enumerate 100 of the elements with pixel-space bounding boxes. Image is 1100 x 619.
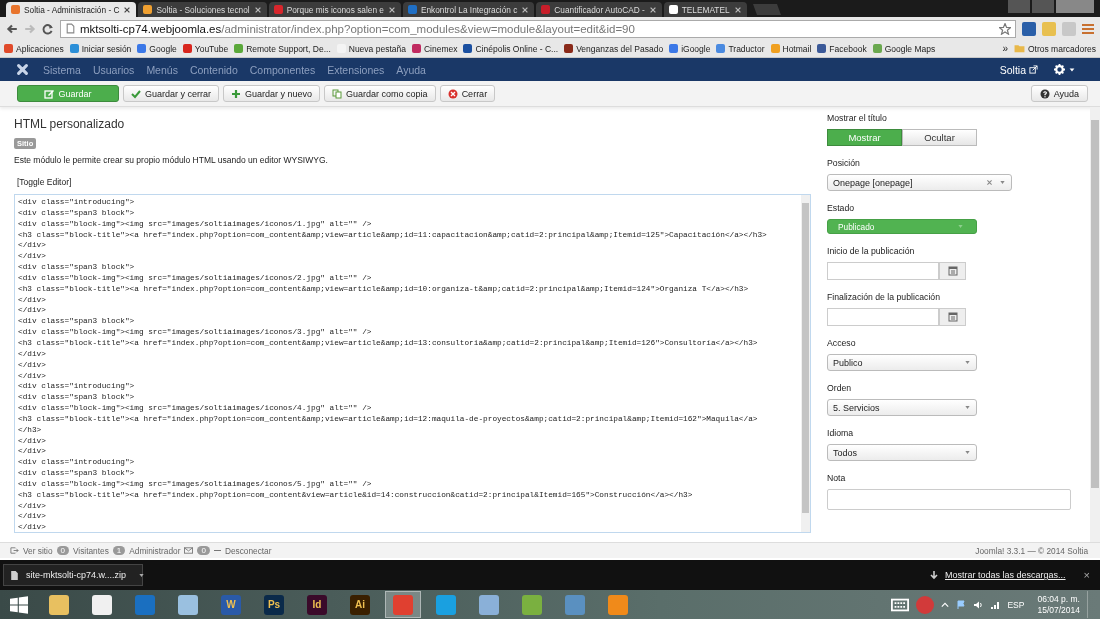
forward-button[interactable]	[24, 22, 36, 35]
toolbar-button[interactable]: Guardar y cerrar	[123, 85, 220, 102]
taskbar-button[interactable]: Id	[299, 591, 335, 618]
bookmark-link[interactable]: Venganzas del Pasado	[564, 43, 664, 54]
edit-icon	[44, 88, 55, 99]
back-button[interactable]	[6, 22, 18, 35]
help-button[interactable]: Ayuda	[1030, 85, 1088, 102]
windows-logo-icon	[10, 595, 28, 614]
xcircle-icon	[447, 88, 458, 99]
more-bookmarks-button[interactable]: »	[1002, 43, 1008, 54]
app-icon: W	[221, 594, 241, 615]
calendar-button[interactable]	[939, 308, 966, 326]
admin-menu-item[interactable]: Sistema	[43, 63, 81, 76]
download-icon	[929, 570, 939, 580]
bookmark-star-icon	[999, 22, 1011, 35]
select-field[interactable]: 5. Servicios	[827, 399, 977, 416]
new-tab-button[interactable]	[752, 4, 781, 15]
admin-menu-item[interactable]: Usuarios	[92, 63, 135, 76]
bookmark-link[interactable]: YouTube	[182, 43, 229, 54]
select-field[interactable]: Onepage [onepage]	[827, 174, 1012, 191]
browser-tab[interactable]: Soltia - Soluciones tecnol	[138, 2, 267, 17]
bookmark-link[interactable]: Cinépolis Online - C...	[463, 43, 559, 54]
clock-date[interactable]: 15/07/2014	[1037, 604, 1080, 616]
field-label: Idioma	[827, 428, 855, 440]
select-field[interactable]: Publico	[827, 354, 977, 371]
folder-icon	[1013, 43, 1025, 54]
bookmark-link[interactable]: Google Maps	[872, 43, 936, 54]
settings-menu-button[interactable]	[1054, 64, 1076, 75]
taskbar-button[interactable]: Ai	[342, 591, 378, 618]
close-icon	[648, 5, 657, 14]
browser-tab[interactable]: Porque mis iconos salen e	[268, 2, 401, 17]
site-link[interactable]: Soltia	[999, 63, 1038, 76]
help-icon	[1039, 88, 1050, 99]
external-link-icon	[1029, 65, 1038, 74]
admin-menu-item[interactable]: Componentes	[249, 63, 316, 76]
page-icon	[65, 23, 76, 34]
browser-tab[interactable]: Soltia - Administración - C	[6, 2, 137, 17]
toolbar-button[interactable]: Guardar y nuevo	[223, 85, 321, 102]
download-item[interactable]: site-mktsolti-cp74.w....zip	[3, 564, 143, 586]
bookmark-link[interactable]: Aplicaciones	[4, 43, 64, 54]
logout-link[interactable]: Desconectar	[213, 545, 272, 556]
bookmark-link[interactable]: Hotmail	[770, 43, 812, 54]
calendar-button[interactable]	[939, 262, 966, 280]
toolbar-button[interactable]: Cerrar	[439, 85, 496, 102]
scrollbar[interactable]	[801, 195, 810, 532]
field-label: Finalización de la publicación	[827, 292, 941, 304]
date-field[interactable]	[827, 262, 939, 280]
bookmark-link[interactable]: Google	[137, 43, 177, 54]
close-button[interactable]: ×	[1083, 569, 1090, 581]
caret-icon	[1068, 65, 1076, 74]
toggle-editor-link[interactable]: [Toggle Editor]	[17, 177, 72, 187]
page-scrollbar[interactable]	[1090, 107, 1100, 542]
clock-time[interactable]: 06:04 p. m.	[1037, 593, 1080, 605]
calendar-icon	[947, 312, 958, 322]
toolbar-button[interactable]: Guardar como copia	[324, 85, 436, 102]
bookmark-link[interactable]: Cinemex	[411, 43, 458, 54]
language-indicator[interactable]: ESP	[1007, 599, 1025, 610]
admin-menu-item[interactable]: Contenido	[189, 63, 238, 76]
admin-menu-item[interactable]: Ayuda	[396, 63, 426, 76]
bookmark-link[interactable]: Remote Support, De...	[234, 43, 331, 54]
caret-icon	[999, 179, 1006, 186]
file-icon	[9, 569, 20, 581]
view-site-link[interactable]: Ver sitio	[10, 545, 53, 556]
network-icon	[990, 599, 1001, 610]
bookmark-link[interactable]: iGoogle	[669, 43, 711, 54]
taskbar-button[interactable]: Ps	[256, 591, 292, 618]
bookmark-link[interactable]: Facebook	[817, 43, 867, 54]
admin-menu-item[interactable]: Menús	[146, 63, 178, 76]
browser-tab[interactable]: TELEMATEL	[663, 2, 747, 17]
extension-icon[interactable]	[1022, 21, 1036, 36]
menu-icon[interactable]	[1082, 23, 1094, 34]
speaker-icon	[973, 599, 984, 610]
window-controls-drawing[interactable]	[1008, 0, 1094, 13]
other-bookmarks-folder[interactable]: Otros marcadores	[1013, 43, 1096, 54]
reload-button[interactable]	[42, 22, 54, 35]
admin-menu-item[interactable]: Extensiones	[327, 63, 385, 76]
caret-icon	[964, 449, 971, 456]
toggle-option[interactable]: Ocultar	[902, 129, 977, 146]
address-field[interactable]: mktsolti-cp74.webjoomla.es/administrator/index.php?option=com_modules&view=module&layout=edit&id=90	[60, 19, 1016, 38]
caret-icon	[957, 223, 964, 230]
taskbar-button[interactable]: W	[213, 591, 249, 618]
reload-icon	[42, 22, 54, 35]
field-label: Posición	[827, 158, 861, 170]
bookmark-link[interactable]: Nueva pestaña	[336, 43, 406, 54]
copy-icon	[332, 88, 343, 99]
bookmark-link[interactable]: Traductor	[716, 43, 765, 54]
app-icon: Ps	[264, 594, 284, 615]
date-field[interactable]	[827, 308, 939, 326]
browser-tab[interactable]: Enkontrol La Integración c	[402, 2, 535, 17]
note-field[interactable]	[827, 489, 1071, 510]
settings-icon	[1054, 64, 1065, 75]
select-field[interactable]: Todos	[827, 444, 977, 461]
close-icon	[521, 5, 530, 14]
caret-icon	[964, 359, 971, 366]
show-all-downloads-link[interactable]: Mostrar todas las descargas...	[945, 570, 1066, 580]
browser-tab[interactable]: Cuantificador AutoCAD -	[536, 2, 662, 17]
bookmark-link[interactable]: Iniciar sesión	[69, 43, 132, 54]
code-editor[interactable]	[14, 194, 811, 533]
back-icon	[6, 22, 18, 35]
check-icon	[131, 88, 141, 99]
